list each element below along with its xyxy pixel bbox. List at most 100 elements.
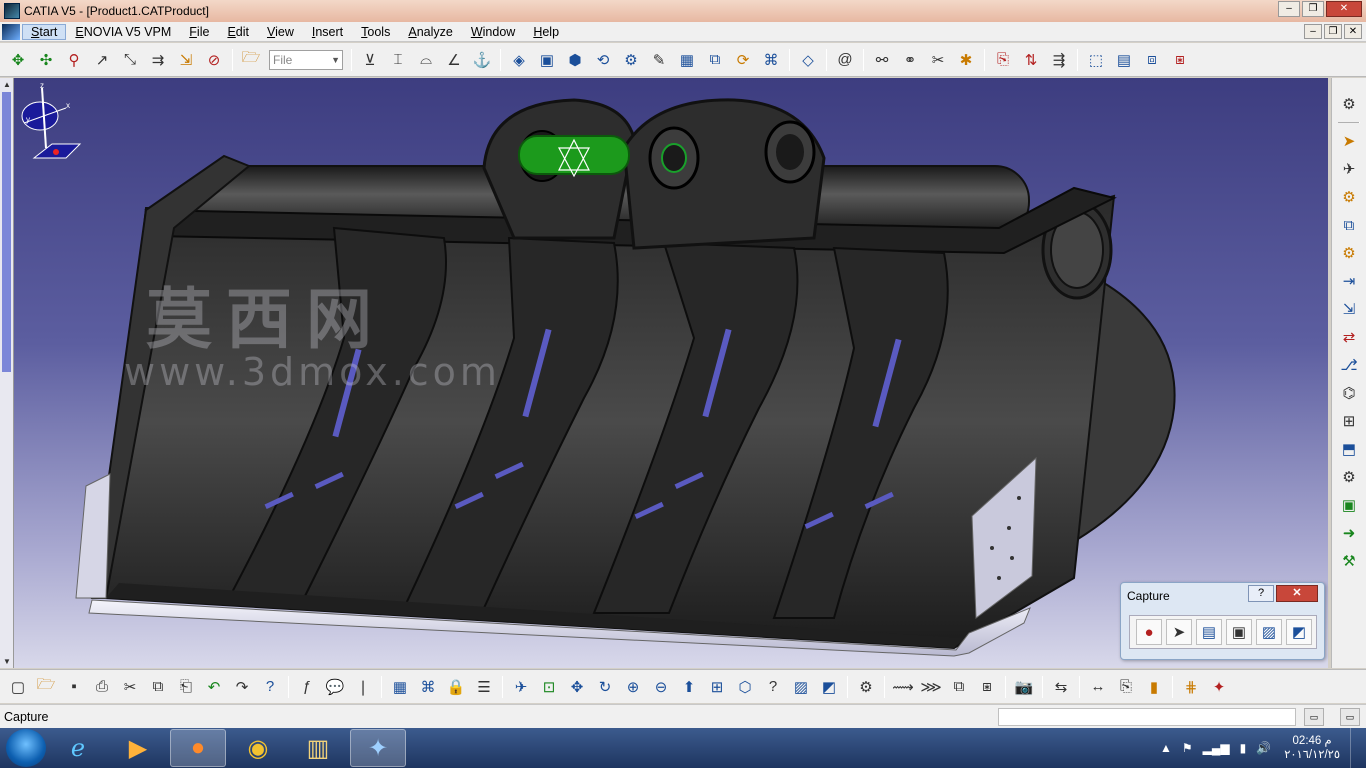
zoom-in-icon[interactable]: ⊕ xyxy=(621,675,645,699)
media-player-icon[interactable]: ▶ xyxy=(110,729,166,767)
file-combo[interactable]: File ▼ xyxy=(269,49,343,70)
multi-instantiate-icon[interactable]: ⧉ xyxy=(703,48,727,72)
pencil-icon[interactable]: ✎ xyxy=(647,48,671,72)
rotate-icon[interactable]: ↻ xyxy=(593,675,617,699)
capture-album-icon[interactable]: ◩ xyxy=(1286,619,1312,645)
whats-this-icon[interactable]: ? xyxy=(258,675,282,699)
show-desktop-button[interactable] xyxy=(1350,728,1362,768)
select-mode-icon[interactable]: ➤ xyxy=(1166,619,1192,645)
zoom-out-icon[interactable]: ⊖ xyxy=(649,675,673,699)
grid-icon[interactable]: ▦ xyxy=(388,675,412,699)
catalog-icon[interactable]: ⌘ xyxy=(759,48,783,72)
catalog-logo-icon[interactable]: ✦ xyxy=(1207,675,1231,699)
graph-tree-icon[interactable]: ⚙ xyxy=(619,48,643,72)
new-file-icon[interactable]: ▢ xyxy=(6,675,30,699)
replace-component-icon[interactable]: ⟲ xyxy=(591,48,615,72)
comment-icon[interactable]: 💬 xyxy=(323,675,347,699)
new-part-icon[interactable]: ▣ xyxy=(535,48,559,72)
firefox-icon[interactable]: ● xyxy=(170,729,226,767)
existing-component-icon[interactable]: ◈ xyxy=(507,48,531,72)
export-icon[interactable]: ⇲ xyxy=(1337,297,1361,321)
restore-button[interactable]: ❐ xyxy=(1302,1,1324,17)
fly-icon[interactable]: ✈ xyxy=(509,675,533,699)
capture-film-icon[interactable]: ▣ xyxy=(1226,619,1252,645)
scroll-up-icon[interactable]: ▲ xyxy=(2,80,12,89)
knowledge-icon[interactable]: ❘ xyxy=(351,675,375,699)
manipulate-icon[interactable]: ↗ xyxy=(90,48,114,72)
move-icon[interactable]: ⋙ xyxy=(919,675,943,699)
insert-icon[interactable]: ⇥ xyxy=(1337,269,1361,293)
doc-restore-button[interactable]: ❐ xyxy=(1324,24,1342,39)
align-icon[interactable]: ⇉ xyxy=(146,48,170,72)
constraint-icon[interactable]: ⎘ xyxy=(1114,675,1138,699)
generate-numbering-icon[interactable]: ⇶ xyxy=(1047,48,1071,72)
paste-icon[interactable]: ⎗ xyxy=(174,675,198,699)
constraint-angle-icon[interactable]: ∠ xyxy=(442,48,466,72)
constraint-coincidence-icon[interactable]: ⊻ xyxy=(358,48,382,72)
status-button-1[interactable]: ▭ xyxy=(1304,708,1324,726)
clash-analysis-icon[interactable]: ⚭ xyxy=(898,48,922,72)
clock[interactable]: 02:46 م ٢٠١٦/١٢/٢٥ xyxy=(1284,734,1340,762)
close-button[interactable]: ✕ xyxy=(1326,1,1362,17)
windows-start-button[interactable] xyxy=(6,729,46,767)
compass-icon[interactable]: z x y xyxy=(14,78,84,168)
camera-icon[interactable]: 📷 xyxy=(1012,675,1036,699)
multi-view-icon[interactable]: ⊞ xyxy=(705,675,729,699)
open-file-icon[interactable]: 🗁 xyxy=(34,675,58,699)
swap-space-icon[interactable]: ▨ xyxy=(789,675,813,699)
sparkle-icon[interactable]: ✱ xyxy=(954,48,978,72)
new-product-icon[interactable]: ⬢ xyxy=(563,48,587,72)
iso-view-icon[interactable]: ⬡ xyxy=(733,675,757,699)
battery-icon[interactable]: ▮ xyxy=(1240,741,1247,755)
gear-icon[interactable]: ⚙ xyxy=(1337,92,1361,116)
formula-icon[interactable]: ƒ xyxy=(295,675,319,699)
green-product-icon[interactable]: ▣ xyxy=(1337,493,1361,517)
green-tools-icon[interactable]: ⚒ xyxy=(1337,549,1361,573)
normal-view-icon[interactable]: ⬆ xyxy=(677,675,701,699)
measure-icon[interactable]: ◇ xyxy=(796,48,820,72)
menu-file[interactable]: File xyxy=(180,25,218,39)
layout-icon[interactable]: ⬒ xyxy=(1337,437,1361,461)
capture-help-button[interactable]: ? xyxy=(1248,585,1274,602)
publish-icon[interactable]: ⎘ xyxy=(991,48,1015,72)
menu-edit[interactable]: Edit xyxy=(218,25,258,39)
rotate-arrows-icon[interactable]: ✣ xyxy=(34,48,58,72)
symmetry-icon[interactable]: ⇄ xyxy=(1337,325,1361,349)
menu-insert[interactable]: Insert xyxy=(303,25,352,39)
power-input-field[interactable] xyxy=(998,708,1296,726)
redo-icon[interactable]: ↷ xyxy=(230,675,254,699)
save-icon[interactable]: ▪ xyxy=(62,675,86,699)
scroll-down-icon[interactable]: ▼ xyxy=(2,657,12,666)
tray-expand-icon[interactable]: ▲ xyxy=(1160,741,1172,755)
sketch-icon[interactable]: ⟿ xyxy=(891,675,915,699)
internet-explorer-icon[interactable]: ℯ xyxy=(50,729,106,767)
pan-arrows-icon[interactable]: ✥ xyxy=(6,48,30,72)
update-icon[interactable]: ⟳ xyxy=(731,48,755,72)
split-icon[interactable]: ⎇ xyxy=(1337,353,1361,377)
bom-icon[interactable]: ⚯ xyxy=(870,48,894,72)
capture-options-icon[interactable]: ▤ xyxy=(1196,619,1222,645)
stop-manipulate-icon[interactable]: ⇲ xyxy=(174,48,198,72)
lock-icon[interactable]: 🔒 xyxy=(444,675,468,699)
clash-icon[interactable]: ⊘ xyxy=(202,48,226,72)
menu-view[interactable]: View xyxy=(258,25,303,39)
volume-icon[interactable]: 🔊 xyxy=(1256,741,1271,755)
swap-icon[interactable]: ⇆ xyxy=(1049,675,1073,699)
menu-enovia[interactable]: ENOVIA V5 VPM xyxy=(66,25,180,39)
grid-snap-icon[interactable]: ⋕ xyxy=(1179,675,1203,699)
doc-close-button[interactable]: ✕ xyxy=(1344,24,1362,39)
section-icon[interactable]: ✂ xyxy=(926,48,950,72)
constraint-abc-icon[interactable]: ⌶ xyxy=(386,48,410,72)
bottle-icon[interactable]: ▮ xyxy=(1142,675,1166,699)
doc-minimize-button[interactable]: – xyxy=(1304,24,1322,39)
fit-all-icon[interactable]: ⊡ xyxy=(537,675,561,699)
reorder-icon[interactable]: ⇅ xyxy=(1019,48,1043,72)
catalog-gear-icon[interactable]: ⚙ xyxy=(854,675,878,699)
chrome-icon[interactable]: ◉ xyxy=(230,729,286,767)
open-folder-icon[interactable]: 🗁 xyxy=(239,48,263,72)
viewport-scrollbar[interactable]: ▲ ▼ xyxy=(0,78,14,668)
scroll-thumb[interactable] xyxy=(2,92,11,372)
pan-icon[interactable]: ✥ xyxy=(565,675,589,699)
spiral-icon[interactable]: @ xyxy=(833,48,857,72)
file-explorer-icon[interactable]: ▥ xyxy=(290,729,346,767)
